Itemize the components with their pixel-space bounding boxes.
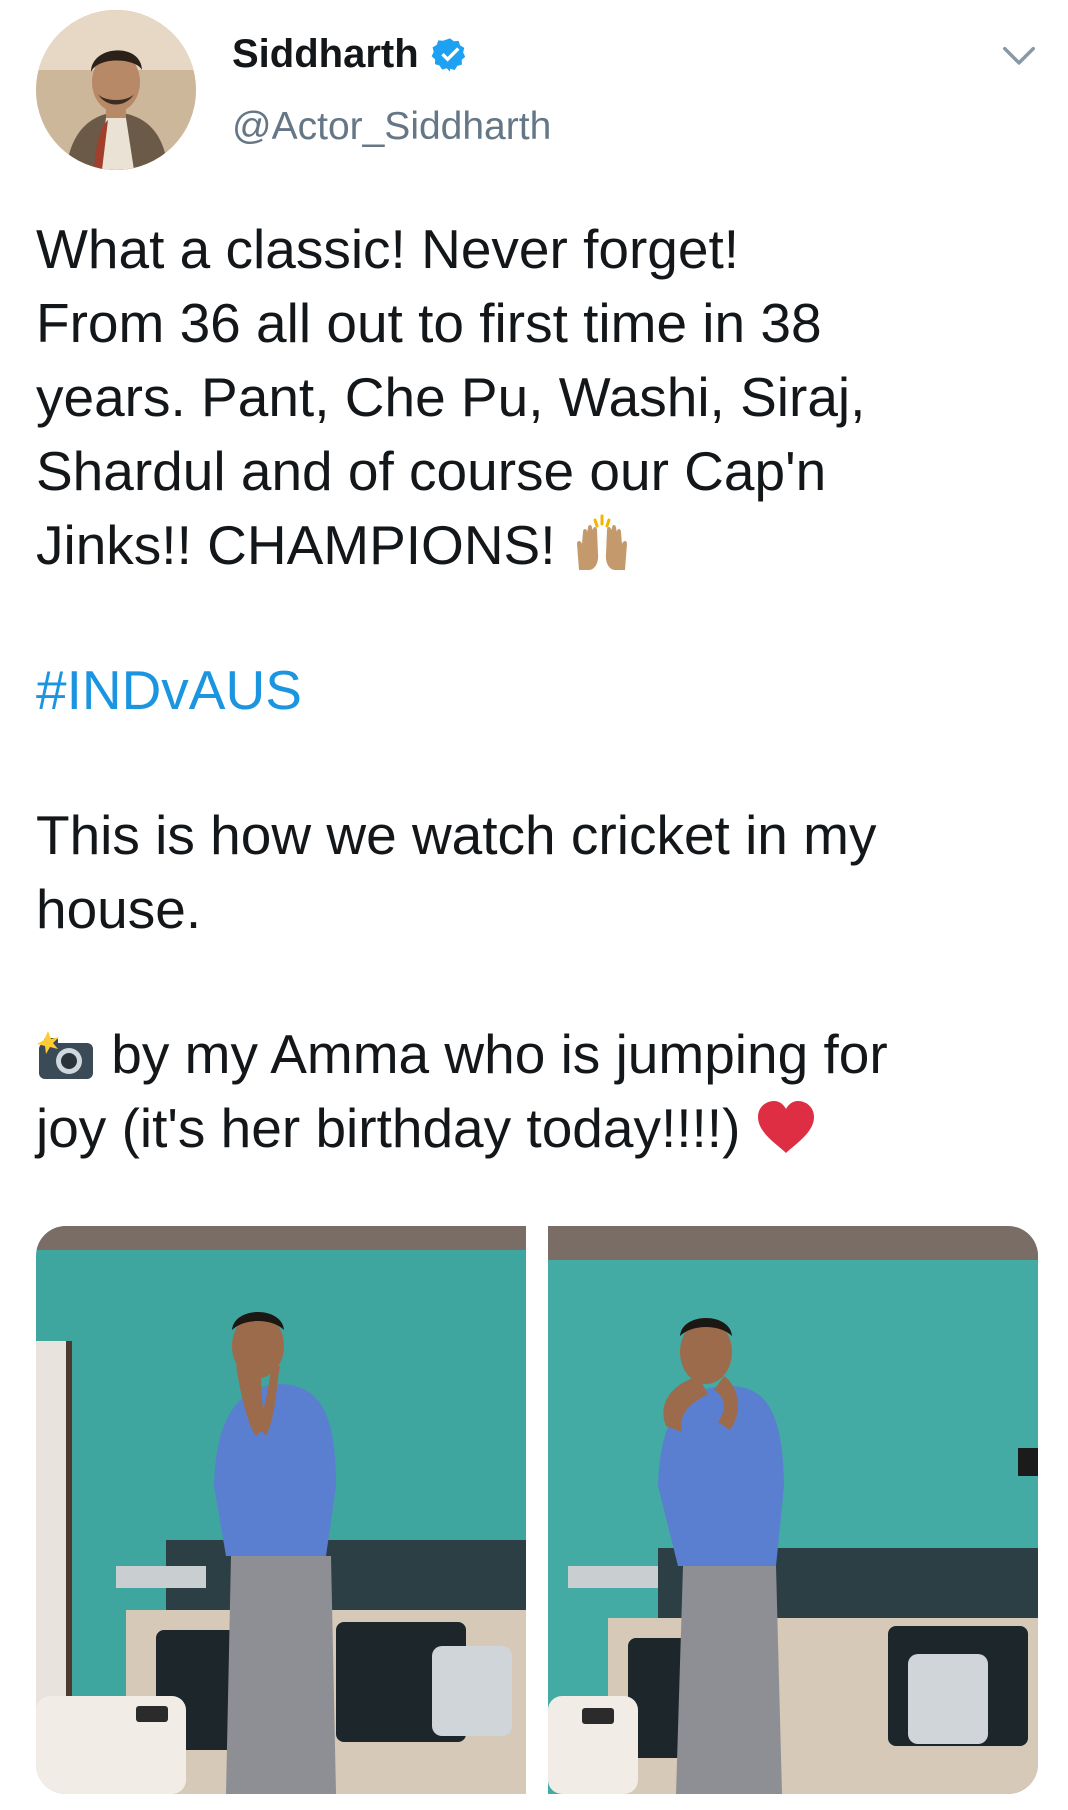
avatar-photo bbox=[36, 10, 196, 170]
tweet-line: house. bbox=[36, 878, 202, 940]
photo-2[interactable] bbox=[548, 1226, 1038, 1794]
tweet-line-text: by my Amma who is jumping for bbox=[111, 1023, 888, 1085]
chevron-down-icon[interactable] bbox=[1000, 36, 1038, 74]
hashtag-link[interactable]: #INDvAUS bbox=[36, 653, 1036, 727]
tweet-line: Shardul and of course our Cap'n bbox=[36, 440, 827, 502]
tweet-line: years. Pant, Che Pu, Washi, Siraj, bbox=[36, 366, 866, 428]
tweet-line: From 36 all out to first time in 38 bbox=[36, 292, 822, 354]
hashtag-text[interactable]: #INDvAUS bbox=[36, 659, 302, 721]
tweet-line-with-emoji: Jinks!! CHAMPIONS! bbox=[36, 508, 1036, 582]
author-handle[interactable]: @Actor_Siddharth bbox=[232, 105, 551, 149]
verified-badge-icon bbox=[431, 37, 465, 72]
tweet-line-text: joy (it's her birthday today!!!!) bbox=[36, 1097, 741, 1159]
raising-hands-icon bbox=[576, 514, 627, 570]
tweet-line: This is how we watch cricket in my bbox=[36, 804, 877, 866]
tweet-line-text: Jinks!! CHAMPIONS! bbox=[36, 514, 556, 576]
display-name-text[interactable]: Siddharth bbox=[232, 32, 419, 77]
tweet-line-with-emoji: joy (it's her birthday today!!!!) bbox=[36, 1091, 1036, 1165]
red-heart-icon bbox=[757, 1101, 814, 1153]
tweet-line: What a classic! Never forget! bbox=[36, 218, 740, 280]
tweet-card: Siddharth @Actor_Siddharth What a classi… bbox=[0, 0, 1068, 1810]
tweet-line-with-emoji: by my Amma who is jumping for bbox=[36, 1017, 1036, 1091]
photo-image bbox=[548, 1226, 1038, 1794]
tweet-text: What a classic! Never forget! From 36 al… bbox=[36, 212, 1036, 1165]
photo-image bbox=[36, 1226, 526, 1794]
camera-flash-icon bbox=[37, 1031, 93, 1079]
author-name[interactable]: Siddharth bbox=[232, 32, 469, 77]
avatar[interactable] bbox=[36, 10, 196, 170]
photo-1[interactable] bbox=[36, 1226, 526, 1794]
media-gallery bbox=[36, 1226, 1038, 1794]
